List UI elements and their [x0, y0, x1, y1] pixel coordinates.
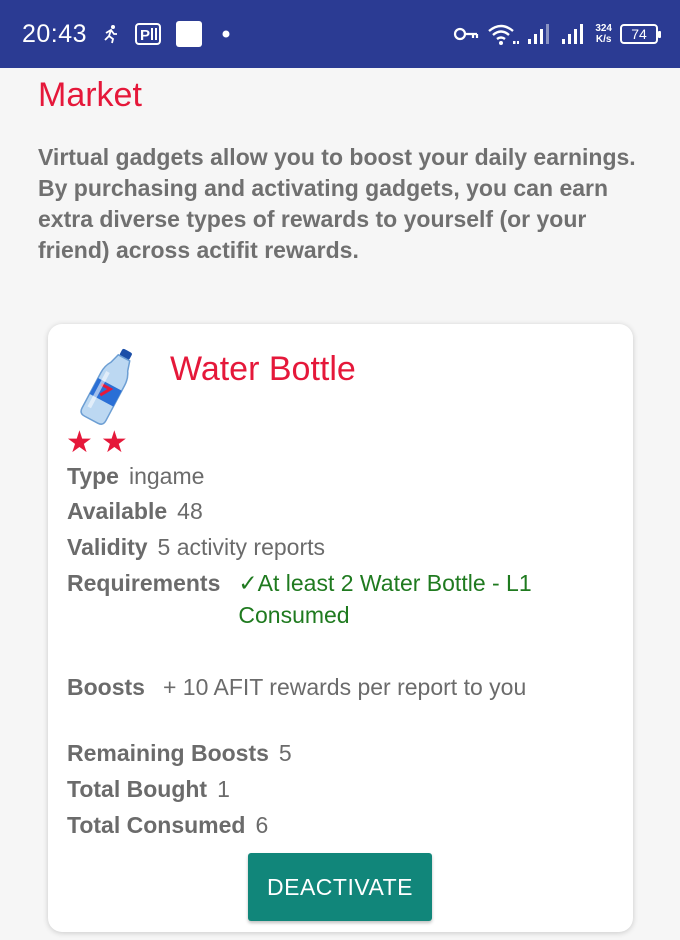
star-icon: ★ [100, 426, 128, 459]
remaining-boosts-value: 5 [278, 740, 292, 766]
svg-text:P: P [140, 27, 150, 44]
total-bought-label: Total Bought [67, 776, 208, 802]
available-row: Available 48 [67, 495, 203, 527]
star-rating: ★ ★ [66, 428, 128, 458]
gadget-card: Water Bottle ★ ★ Type ingame Available 4… [48, 324, 633, 932]
requirements-row: Requirements ✓At least 2 Water Bottle - … [67, 567, 583, 631]
parking-icon: P [135, 22, 162, 46]
validity-value: 5 activity reports [157, 534, 325, 560]
battery-level: 74 [631, 26, 647, 42]
intro-text: Virtual gadgets allow you to boost your … [38, 144, 636, 263]
type-row: Type ingame [67, 460, 204, 492]
boosts-value: + 10 AFIT rewards per report to you [162, 674, 527, 700]
signal-icon [527, 22, 553, 46]
water-bottle-icon [78, 344, 140, 426]
boosts-label: Boosts [67, 674, 145, 700]
deactivate-button[interactable]: DEACTIVATE [248, 853, 432, 921]
status-bar-left: 20:43 P [22, 20, 235, 49]
network-speed-unit: K/s [595, 34, 612, 45]
validity-label: Validity [67, 534, 148, 560]
remaining-boosts-label: Remaining Boosts [67, 740, 269, 766]
status-bar: 20:43 P 324 K/s 74 [0, 0, 680, 68]
type-value: ingame [128, 463, 205, 489]
network-speed-value: 324 [595, 23, 612, 34]
available-value: 48 [177, 498, 203, 524]
dot-icon [217, 29, 235, 39]
total-consumed-value: 6 [255, 812, 269, 838]
requirements-value: ✓At least 2 Water Bottle - L1 Consumed [238, 570, 532, 628]
signal-icon-2 [561, 22, 587, 46]
battery-icon: 74 [620, 24, 661, 44]
page-title: Market [38, 76, 142, 114]
network-speed: 324 K/s [595, 23, 612, 45]
square-icon [175, 20, 203, 48]
run-icon [101, 24, 121, 44]
validity-row: Validity 5 activity reports [67, 531, 325, 563]
status-bar-right: 324 K/s 74 [453, 22, 661, 46]
total-bought-row: Total Bought 1 [67, 773, 230, 805]
boosts-row: Boosts + 10 AFIT rewards per report to y… [67, 671, 526, 703]
type-label: Type [67, 463, 119, 489]
gadget-name: Water Bottle [170, 350, 356, 388]
available-label: Available [67, 498, 168, 524]
total-consumed-row: Total Consumed 6 [67, 809, 268, 841]
key-icon [453, 26, 479, 42]
remaining-boosts-row: Remaining Boosts 5 [67, 737, 292, 769]
clock: 20:43 [22, 19, 88, 48]
wifi-icon [487, 22, 520, 46]
total-bought-value: 1 [217, 776, 230, 802]
star-icon: ★ [66, 426, 93, 459]
total-consumed-label: Total Consumed [67, 812, 246, 838]
requirements-label: Requirements [67, 570, 221, 596]
